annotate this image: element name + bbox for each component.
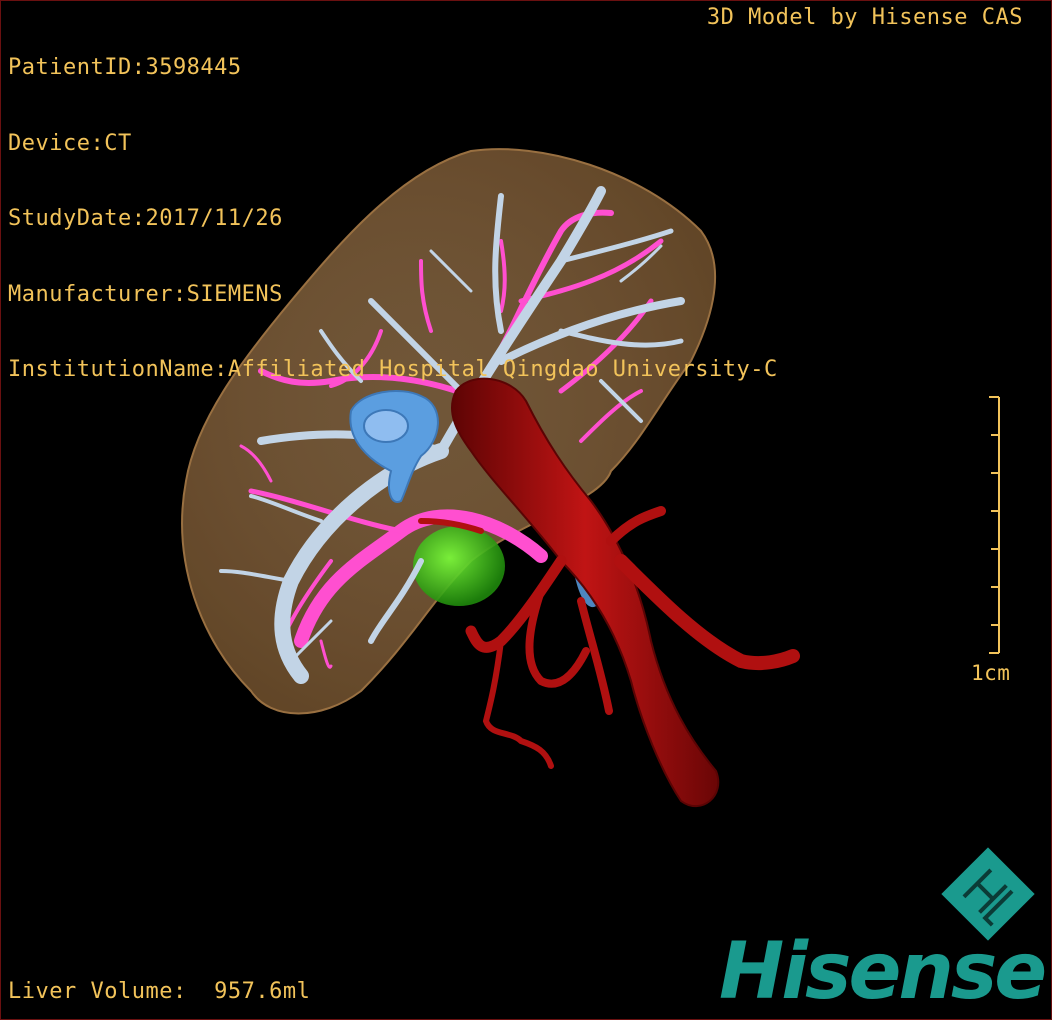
study-date: StudyDate:2017/11/26 (8, 206, 283, 231)
3d-viewer[interactable]: PatientID:3598445 Device:CT StudyDate:20… (0, 0, 1052, 1020)
model-brand-label: 3D Model by Hisense CAS (706, 5, 1023, 30)
device: Device:CT (8, 130, 132, 156)
liver-volume: Liver Volume: 957.6ml (8, 979, 311, 1004)
hisense-wordmark-logo: Hisense (719, 927, 1047, 1017)
patient-info-overlay: PatientID:3598445 Device:CT StudyDate:20… (8, 5, 778, 433)
scale-bar-label: 1cm (971, 661, 1011, 685)
patient-id: PatientID:3598445 (8, 55, 242, 80)
tumor (413, 526, 505, 606)
manufacturer: Manufacturer:SIEMENS (8, 281, 283, 307)
scale-bar (989, 396, 1000, 654)
institution-name: InstitutionName:Affiliated Hospital Qing… (8, 357, 778, 382)
